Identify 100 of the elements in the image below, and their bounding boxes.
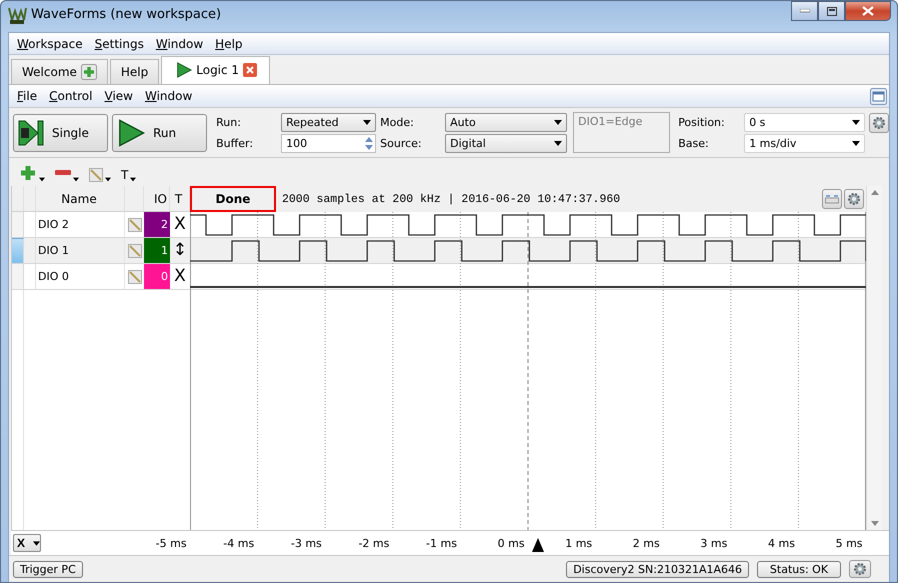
dropdown[interactable]: 0 s xyxy=(744,112,866,132)
plus-icon xyxy=(80,64,97,80)
maximize-icon xyxy=(826,6,836,16)
dropdown[interactable]: Digital xyxy=(445,134,568,152)
caret-icon xyxy=(363,120,372,124)
minimize-icon xyxy=(800,9,810,13)
device-button[interactable]: Discovery2 SN:210321A1A646 xyxy=(566,560,749,578)
io-cell: 2 xyxy=(144,212,170,237)
caret-icon xyxy=(105,177,111,182)
acquisition-info: 2000 samples at 200 kHz | 2016-06-20 10:47:37.960 xyxy=(282,192,620,206)
tab-label: Logic 1 xyxy=(196,62,240,76)
acquisition-status: Done xyxy=(190,186,276,212)
caret-icon xyxy=(852,120,860,124)
pencil-icon xyxy=(128,270,142,284)
menu-item[interactable]: Control xyxy=(43,89,98,103)
io-cell: 1 xyxy=(144,238,170,263)
close-icon xyxy=(862,6,874,16)
tab[interactable]: Help xyxy=(110,59,160,84)
pencil-icon xyxy=(128,218,142,232)
window-title: WaveForms (new workspace) xyxy=(31,7,222,22)
run-button[interactable]: Run xyxy=(112,114,208,152)
plus-icon xyxy=(19,164,37,182)
trigger-summary: DIO1=Edge xyxy=(573,112,670,153)
trigger-cell[interactable]: ↕ xyxy=(170,238,190,263)
axis-tick-label: 5 ms xyxy=(836,536,863,550)
ruler-button[interactable] xyxy=(822,189,842,209)
field-label: Position: xyxy=(678,116,726,128)
axis-tick-label: 3 ms xyxy=(700,536,728,550)
axis-tick-label: -2 ms xyxy=(358,536,390,550)
gear-icon xyxy=(872,116,886,130)
field-label: Source: xyxy=(380,136,423,150)
scroll-down-icon xyxy=(870,521,878,526)
scroll-up-icon xyxy=(870,190,878,195)
close-icon xyxy=(243,62,258,76)
caret-icon xyxy=(554,120,562,124)
spin-arrows-icon xyxy=(363,134,376,152)
caret-icon xyxy=(73,177,79,182)
ruler-icon xyxy=(825,194,839,204)
menu-item[interactable]: Help xyxy=(209,36,249,50)
menu-item[interactable]: Settings xyxy=(88,36,150,50)
minimize-button[interactable] xyxy=(791,1,818,21)
buffer-spinbox[interactable]: 100 xyxy=(281,134,376,152)
settings-button[interactable] xyxy=(869,113,889,133)
settings-button[interactable] xyxy=(849,560,871,578)
tab-label: Help xyxy=(120,65,148,79)
field-label: Run: xyxy=(216,116,242,128)
row-marker[interactable] xyxy=(12,212,24,237)
column-header: IO xyxy=(144,186,170,211)
axis-tick-label: -3 ms xyxy=(290,536,322,550)
caret-icon xyxy=(130,177,136,182)
scrollbar[interactable] xyxy=(866,186,882,530)
axis-tick-label: -4 ms xyxy=(223,536,254,550)
field-label: Mode: xyxy=(380,116,415,128)
menu-item[interactable]: View xyxy=(98,89,139,103)
caret-icon xyxy=(554,140,562,146)
tab-label: Welcome xyxy=(22,65,77,79)
axis-dropdown[interactable]: X xyxy=(13,534,41,552)
field-label: Base: xyxy=(678,136,710,150)
caret-icon xyxy=(33,540,40,546)
pencil-icon xyxy=(89,168,103,182)
axis-tick-label: 0 ms xyxy=(498,536,525,550)
maximize-button[interactable] xyxy=(818,1,845,21)
axis-tick-label: 1 ms xyxy=(565,536,592,550)
axis-tick-label: 2 ms xyxy=(632,536,660,550)
dropdown[interactable]: Auto xyxy=(445,112,568,132)
menu-item[interactable]: Window xyxy=(150,36,210,50)
pencil-icon xyxy=(128,244,142,258)
dropdown[interactable]: Repeated xyxy=(281,112,376,132)
channel-name: DIO 0 xyxy=(36,264,125,289)
row-marker[interactable] xyxy=(12,238,24,263)
trigger-cell[interactable]: X xyxy=(170,264,190,289)
caret-icon xyxy=(39,177,45,182)
menu-item[interactable]: File xyxy=(11,89,44,103)
channel-name: DIO 2 xyxy=(36,212,125,237)
tab[interactable]: Welcome xyxy=(11,59,108,84)
status-button[interactable]: Status: OK xyxy=(757,560,841,578)
run-button[interactable]: Single xyxy=(13,114,108,152)
close-button[interactable] xyxy=(845,1,891,21)
axis-tick-label: 4 ms xyxy=(768,536,795,550)
play-icon xyxy=(176,62,192,78)
minus-icon xyxy=(55,170,71,175)
trigger-pc-button[interactable]: Trigger PC xyxy=(13,560,83,578)
row-marker[interactable] xyxy=(12,264,24,289)
field-label: Buffer: xyxy=(216,136,254,150)
settings-button[interactable] xyxy=(844,189,864,209)
column-header: Name xyxy=(36,186,125,211)
step-icon xyxy=(18,118,44,146)
menu-item[interactable]: Workspace xyxy=(11,36,89,50)
axis-tick-label: -5 ms xyxy=(156,536,187,550)
gear-icon xyxy=(847,192,861,206)
window-icon[interactable] xyxy=(870,88,887,104)
tool-button[interactable]: T xyxy=(119,162,138,182)
dropdown[interactable]: 1 ms/div xyxy=(744,134,866,152)
io-cell: 0 xyxy=(144,264,170,289)
trigger-marker-icon[interactable] xyxy=(532,538,544,552)
menu-item[interactable]: Window xyxy=(138,89,198,103)
play-icon xyxy=(117,118,146,146)
channel-name: DIO 1 xyxy=(36,238,125,263)
tab[interactable]: Logic 1 xyxy=(161,56,270,84)
trigger-cell[interactable]: X xyxy=(170,212,190,237)
